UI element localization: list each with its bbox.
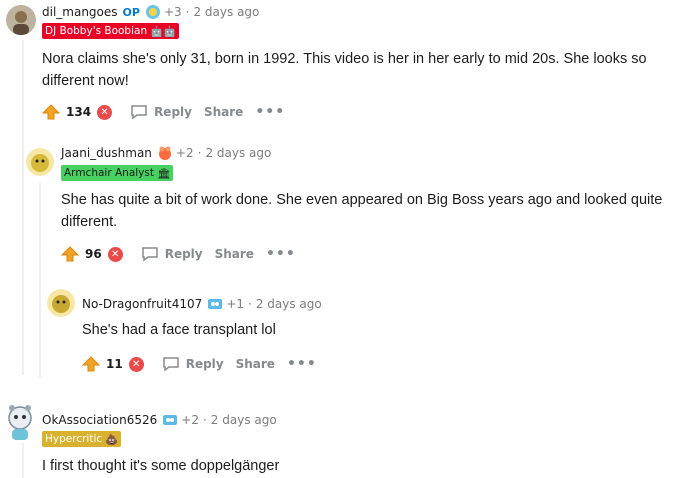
op-badge: OP bbox=[122, 5, 140, 19]
flair-text: Armchair Analyst bbox=[64, 167, 154, 179]
award-icon[interactable] bbox=[162, 412, 178, 428]
reply-label: Reply bbox=[185, 357, 224, 371]
upvote-icon[interactable] bbox=[60, 246, 80, 262]
avatar[interactable] bbox=[47, 289, 75, 317]
flair-emoji: 🏛 bbox=[156, 167, 171, 180]
flair-emoji: 💩 bbox=[105, 433, 119, 446]
reply-label: Reply bbox=[164, 247, 203, 261]
award-count[interactable]: +2 bbox=[176, 146, 194, 160]
upvote-icon[interactable] bbox=[81, 356, 101, 372]
user-flair: Armchair Analyst 🏛 bbox=[61, 165, 174, 181]
reply-icon bbox=[162, 357, 179, 372]
share-button[interactable]: Share bbox=[236, 357, 275, 371]
timestamp[interactable]: 2 days ago bbox=[211, 413, 277, 427]
avatar[interactable] bbox=[6, 5, 36, 35]
comment-body: Nora claims she's only 31, born in 1992.… bbox=[42, 51, 647, 89]
reply-button[interactable]: Reply bbox=[130, 104, 192, 120]
comment-body: I first thought it's some doppelgänger bbox=[42, 458, 280, 474]
vote-score: 96 bbox=[85, 247, 102, 261]
vote-score: 11 bbox=[106, 357, 123, 371]
award-icon[interactable] bbox=[207, 296, 223, 312]
downvote-icon[interactable]: ✕ bbox=[107, 246, 123, 262]
award-count[interactable]: +3 bbox=[164, 5, 182, 19]
timestamp[interactable]: 2 days ago bbox=[205, 146, 271, 160]
vote-score: 134 bbox=[66, 105, 92, 119]
username[interactable]: Jaani_dushman bbox=[61, 146, 152, 160]
thread-line[interactable] bbox=[22, 443, 24, 478]
thread-line[interactable] bbox=[39, 183, 41, 378]
timestamp[interactable]: 2 days ago bbox=[193, 5, 259, 19]
username[interactable]: dil_mangoes bbox=[42, 5, 118, 19]
user-flair: DJ Bobby's Boobian 🤖🤖 bbox=[42, 23, 180, 39]
award-count[interactable]: +2 bbox=[181, 413, 199, 427]
separator: · bbox=[248, 297, 252, 311]
thread-line[interactable] bbox=[22, 40, 24, 375]
award-count[interactable]: +1 bbox=[226, 297, 244, 311]
user-flair: Hypercritic 💩 bbox=[42, 431, 122, 447]
reply-label: Reply bbox=[154, 105, 192, 119]
timestamp[interactable]: 2 days ago bbox=[256, 297, 322, 311]
share-button[interactable]: Share bbox=[215, 247, 254, 261]
comment-body: She has quite a bit of work done. She ev… bbox=[61, 192, 663, 230]
separator: · bbox=[202, 413, 207, 427]
separator: · bbox=[197, 146, 202, 160]
reply-button[interactable]: Reply bbox=[162, 356, 224, 372]
flair-text: Hypercritic bbox=[45, 433, 103, 445]
reply-icon bbox=[141, 247, 158, 262]
more-options-icon[interactable]: ••• bbox=[287, 357, 317, 371]
award-icon[interactable] bbox=[157, 145, 173, 161]
award-icon[interactable] bbox=[145, 4, 161, 20]
upvote-icon[interactable] bbox=[41, 104, 61, 120]
flair-text: DJ Bobby's Boobian bbox=[45, 25, 148, 37]
flair-emoji: 🤖🤖 bbox=[150, 25, 177, 38]
comment-body: She's had a face transplant lol bbox=[82, 322, 276, 338]
username[interactable]: No-Dragonfruit4107 bbox=[82, 297, 202, 311]
avatar[interactable] bbox=[3, 403, 37, 441]
reply-button[interactable]: Reply bbox=[141, 246, 203, 262]
reply-icon bbox=[131, 105, 147, 120]
share-button[interactable]: Share bbox=[204, 105, 243, 119]
more-options-icon[interactable]: ••• bbox=[266, 247, 296, 261]
separator: · bbox=[185, 5, 190, 19]
downvote-icon[interactable]: ✕ bbox=[128, 356, 144, 372]
more-options-icon[interactable]: ••• bbox=[255, 105, 285, 119]
avatar[interactable] bbox=[26, 148, 54, 176]
downvote-icon[interactable]: ✕ bbox=[97, 104, 113, 120]
username[interactable]: OkAssociation6526 bbox=[42, 413, 157, 427]
